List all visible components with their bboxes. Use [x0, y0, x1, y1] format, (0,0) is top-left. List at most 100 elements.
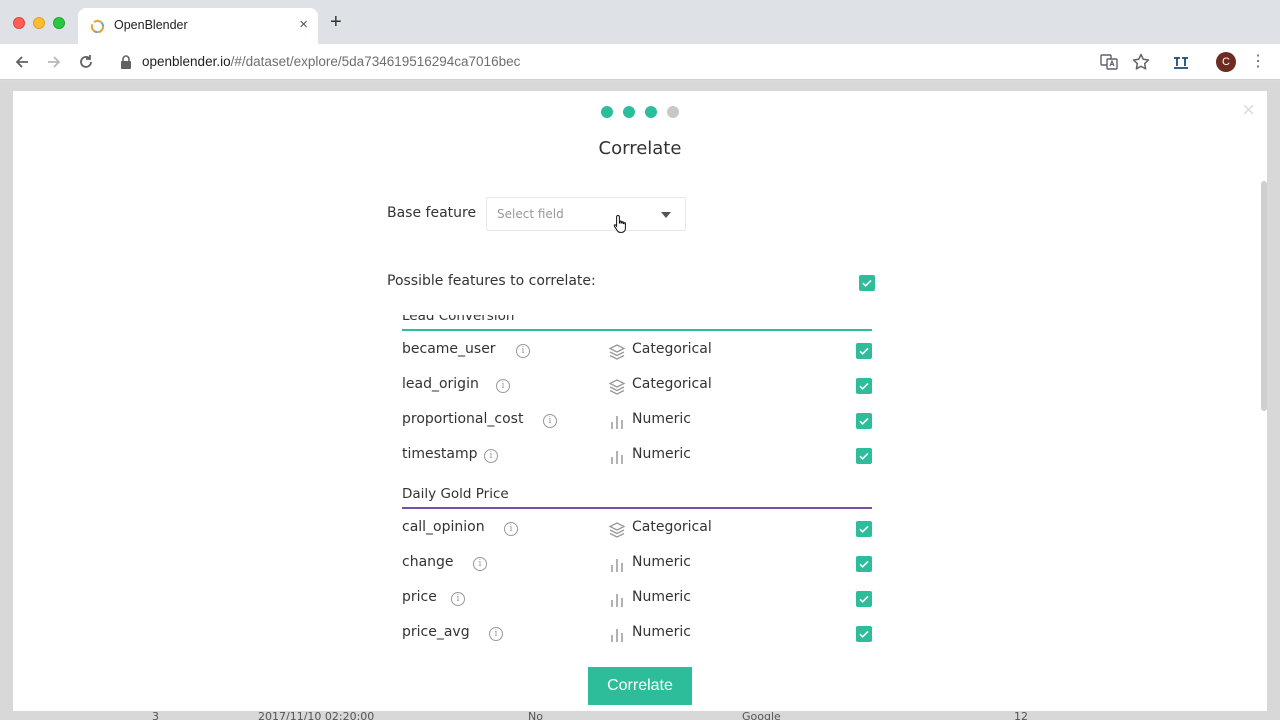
step-dot	[667, 106, 679, 118]
base-feature-select[interactable]: Select field	[486, 197, 686, 231]
bar-chart-icon	[608, 626, 626, 643]
bar-chart-icon	[608, 556, 626, 574]
feature-name: proportional_cost	[402, 411, 524, 427]
browser-tab[interactable]: OpenBlender ×	[78, 8, 318, 44]
info-icon[interactable]: i	[543, 414, 557, 428]
modal-title: Correlate	[598, 138, 682, 159]
checkmark-icon	[859, 347, 869, 355]
window-zoom-button[interactable]	[53, 17, 65, 29]
address-bar[interactable]: openblender.io/#/dataset/explore/5da7346…	[110, 48, 1158, 76]
feature-type: Categorical	[632, 519, 712, 535]
group-header: Daily Gold Price	[402, 486, 509, 502]
back-arrow-icon[interactable]	[12, 52, 32, 72]
checkmark-icon	[859, 417, 869, 425]
checkmark-icon	[859, 382, 869, 390]
url-host: openblender.io	[142, 54, 231, 69]
info-icon[interactable]: i	[473, 557, 487, 571]
feature-name: call_opinion	[402, 519, 485, 535]
feature-type: Numeric	[632, 589, 691, 605]
background-cell: 12	[1014, 710, 1028, 720]
base-feature-label: Base feature	[387, 205, 477, 221]
feature-checkbox[interactable]	[856, 591, 872, 607]
checkmark-icon	[862, 279, 872, 287]
group-divider	[402, 329, 872, 331]
checkmark-icon	[859, 595, 869, 603]
layers-icon	[608, 343, 626, 361]
group-divider	[402, 507, 872, 509]
feature-type: Categorical	[632, 376, 712, 392]
bar-chart-icon	[608, 413, 626, 431]
checkmark-icon	[859, 452, 869, 460]
checkmark-icon	[859, 525, 869, 533]
profile-avatar[interactable]: C	[1216, 52, 1236, 72]
bookmark-star-icon[interactable]	[1131, 52, 1151, 72]
new-tab-button[interactable]: +	[330, 12, 342, 32]
feature-name: price	[402, 589, 437, 605]
checkmark-icon	[859, 630, 869, 638]
select-all-checkbox[interactable]	[859, 275, 875, 291]
group-header: Lead Conversion	[402, 315, 515, 324]
feature-checkbox[interactable]	[856, 448, 872, 464]
possible-features-label: Possible features to correlate:	[387, 273, 596, 289]
feature-checkbox[interactable]	[856, 413, 872, 429]
browser-menu-icon[interactable]: ⋮	[1250, 52, 1266, 72]
info-icon[interactable]: i	[504, 522, 518, 536]
select-placeholder: Select field	[497, 207, 564, 221]
feature-checkbox[interactable]	[856, 378, 872, 394]
checkmark-icon	[859, 560, 869, 568]
feature-type: Numeric	[632, 554, 691, 570]
layers-icon	[608, 521, 626, 539]
forward-arrow-icon[interactable]	[44, 52, 64, 72]
tab-title: OpenBlender	[114, 18, 188, 32]
chevron-down-icon	[661, 212, 671, 218]
feature-name: change	[402, 554, 454, 570]
feature-type: Numeric	[632, 446, 691, 462]
correlate-modal: × Correlate Base feature Select field Po…	[13, 91, 1267, 711]
modal-scrollbar[interactable]	[1261, 181, 1267, 411]
info-icon[interactable]: i	[496, 379, 510, 393]
info-icon[interactable]: i	[451, 592, 465, 606]
feature-type: Numeric	[632, 624, 691, 640]
reload-icon[interactable]	[76, 52, 96, 72]
extension-icon[interactable]	[1171, 52, 1191, 72]
info-icon[interactable]: i	[484, 449, 498, 463]
background-cell: No	[528, 710, 543, 720]
browser-tab-bar: OpenBlender × +	[0, 0, 1280, 44]
step-indicator	[601, 106, 691, 118]
url-path: /#/dataset/explore/5da734619516294ca7016…	[230, 54, 521, 69]
feature-checkbox[interactable]	[856, 343, 872, 359]
correlate-button[interactable]: Correlate	[588, 667, 692, 705]
lock-icon	[121, 55, 131, 69]
feature-type: Numeric	[632, 411, 691, 427]
feature-name: timestamp	[402, 446, 478, 462]
openblender-logo-icon	[90, 19, 105, 34]
feature-checkbox[interactable]	[856, 521, 872, 537]
window-minimize-button[interactable]	[33, 17, 45, 29]
feature-name: price_avg	[402, 624, 470, 640]
step-dot	[601, 106, 613, 118]
background-table-row: 3 2017/11/10 02:20:00 No Google 12	[0, 710, 1280, 720]
translate-icon[interactable]	[1099, 52, 1119, 72]
url-text: openblender.io/#/dataset/explore/5da7346…	[142, 54, 520, 69]
background-cell: Google	[742, 710, 781, 720]
window-close-button[interactable]	[13, 17, 25, 29]
browser-toolbar: openblender.io/#/dataset/explore/5da7346…	[0, 44, 1280, 80]
bar-chart-icon	[608, 591, 626, 609]
info-icon[interactable]: i	[489, 627, 503, 641]
tab-close-icon[interactable]: ×	[299, 16, 308, 33]
bar-chart-icon	[608, 448, 626, 466]
feature-checkbox[interactable]	[856, 626, 872, 642]
feature-list[interactable]: Lead Conversion became_user i Categorical le…	[393, 315, 893, 643]
step-dot	[645, 106, 657, 118]
layers-icon	[608, 378, 626, 396]
feature-type: Categorical	[632, 341, 712, 357]
step-dot	[623, 106, 635, 118]
modal-close-icon[interactable]: ×	[1242, 99, 1255, 121]
feature-name: lead_origin	[402, 376, 479, 392]
background-cell: 3	[152, 710, 159, 720]
feature-name: became_user	[402, 341, 496, 357]
background-cell: 2017/11/10 02:20:00	[258, 710, 375, 720]
feature-checkbox[interactable]	[856, 556, 872, 572]
info-icon[interactable]: i	[516, 344, 530, 358]
hand-pointer-icon	[613, 214, 626, 233]
